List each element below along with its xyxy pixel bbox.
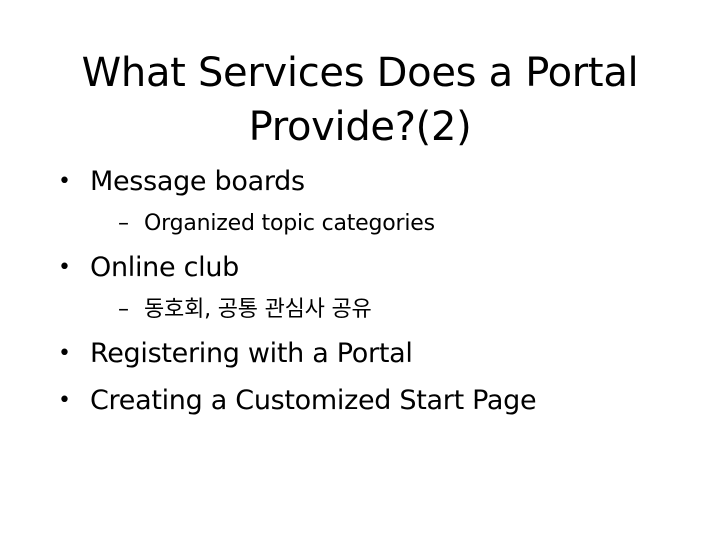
bullet-text: Registering with a Portal (90, 338, 413, 369)
bullet-text: Online club (90, 252, 239, 283)
bullet-text: Creating a Customized Start Page (90, 385, 537, 416)
bullet-item: • Registering with a Portal (58, 337, 413, 371)
dash-icon: – (118, 297, 129, 322)
bullet-text: Message boards (90, 166, 305, 197)
bullet-item: • Message boards (58, 165, 305, 199)
sub-bullet-item: – Organized topic categories (118, 210, 435, 238)
bullet-icon: • (58, 388, 71, 413)
bullet-icon: • (58, 255, 71, 280)
bullet-icon: • (58, 341, 71, 366)
dash-icon: – (118, 211, 129, 236)
sub-bullet-text: 동호회, 공통 관심사 공유 (144, 297, 372, 322)
bullet-item: • Online club (58, 251, 239, 285)
sub-bullet-item: – 동호회, 공통 관심사 공유 (118, 296, 372, 324)
slide: What Services Does a Portal Provide?(2) … (0, 0, 720, 540)
slide-body: • Message boards – Organized topic categ… (0, 0, 720, 540)
bullet-icon: • (58, 169, 71, 194)
bullet-item: • Creating a Customized Start Page (58, 384, 537, 418)
sub-bullet-text: Organized topic categories (144, 211, 435, 236)
